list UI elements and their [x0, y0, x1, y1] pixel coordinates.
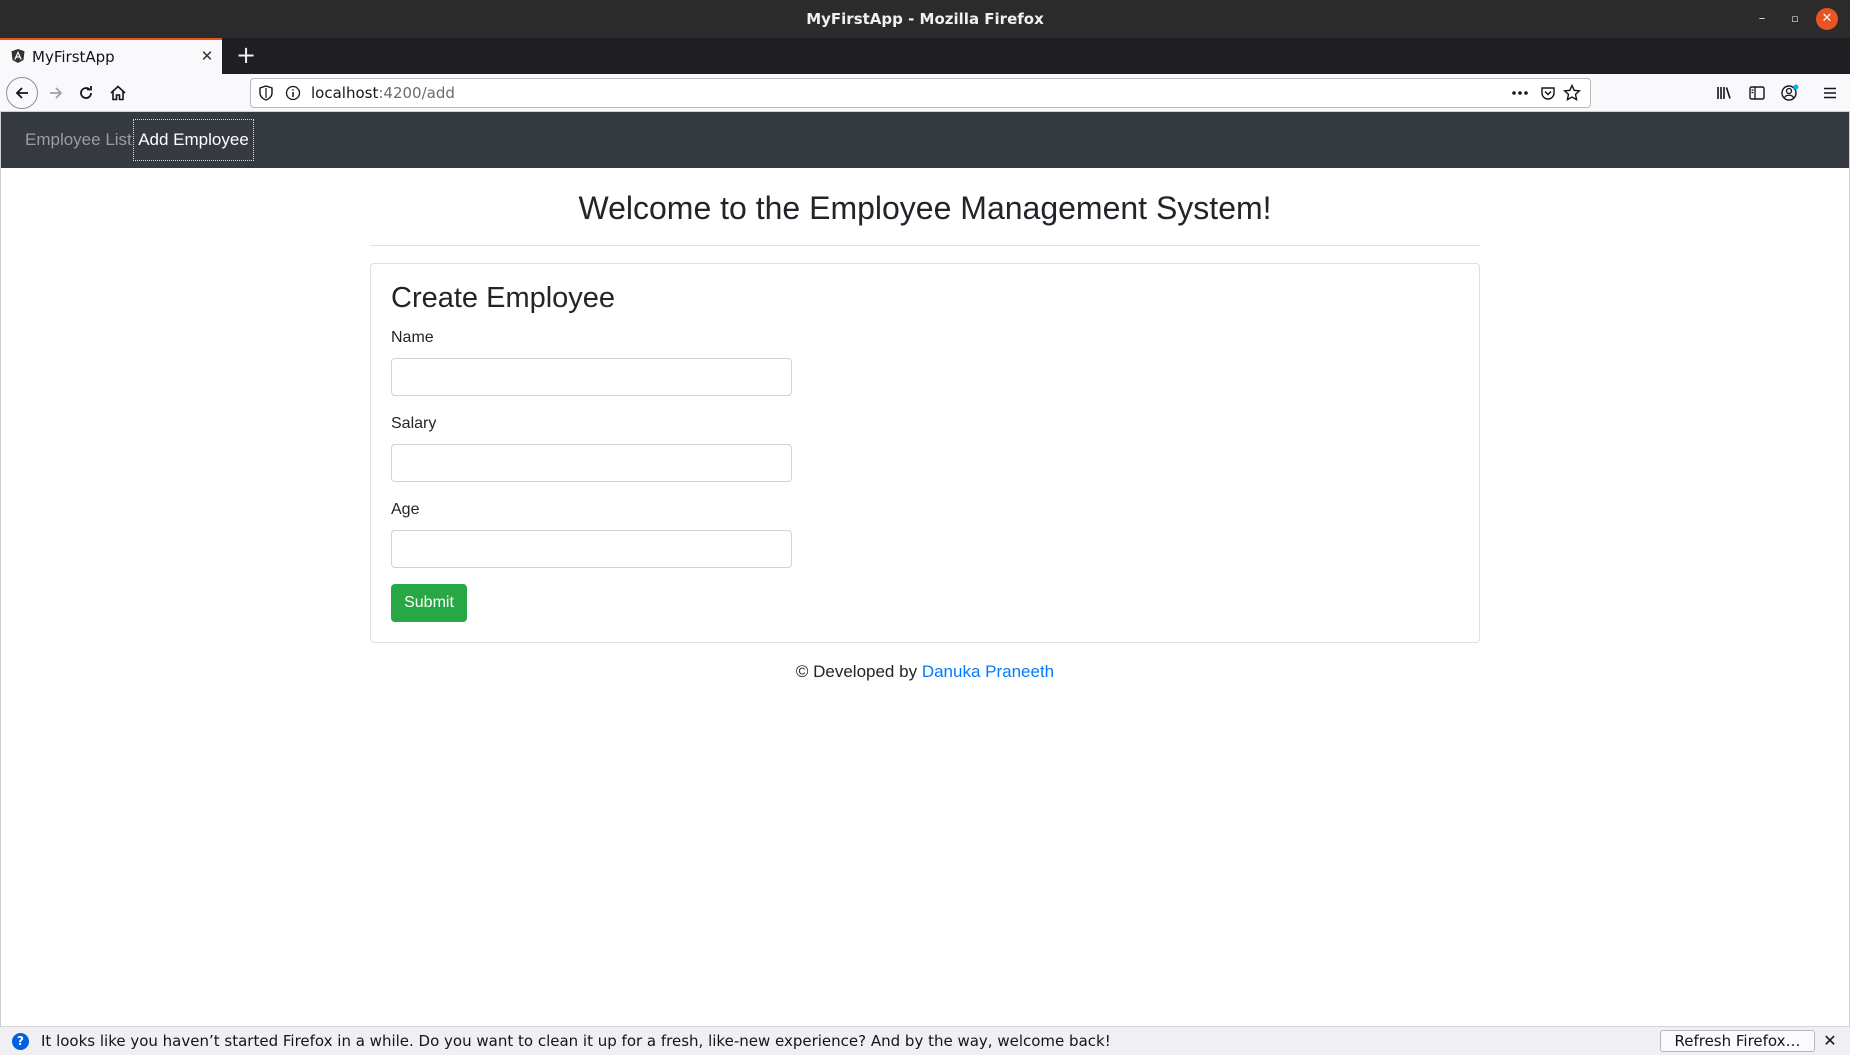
nav-add-employee[interactable]: Add Employee [133, 119, 254, 161]
tab-bar: MyFirstApp ✕ + [0, 38, 1850, 74]
age-label: Age [391, 501, 420, 518]
menu-icon[interactable] [1816, 79, 1844, 107]
salary-input[interactable] [391, 444, 792, 482]
submit-button[interactable]: Submit [391, 584, 467, 622]
page-title: Welcome to the Employee Management Syste… [578, 190, 1272, 226]
nav-employee-list[interactable]: Employee List [17, 120, 140, 160]
window-title: MyFirstApp - Mozilla Firefox [806, 10, 1044, 28]
footer-prefix: © Developed by [795, 662, 918, 681]
window-titlebar: MyFirstApp - Mozilla Firefox – ▫ ✕ [0, 0, 1850, 38]
url-host: localhost [311, 84, 379, 102]
library-icon[interactable] [1710, 79, 1738, 107]
close-window-icon[interactable]: ✕ [1816, 8, 1838, 30]
reload-icon[interactable] [72, 79, 100, 107]
salary-label: Salary [391, 415, 437, 432]
minimize-icon[interactable]: – [1753, 10, 1771, 28]
tab-close-icon[interactable]: ✕ [198, 47, 216, 65]
maximize-icon[interactable]: ▫ [1786, 10, 1804, 28]
forward-icon[interactable] [42, 79, 70, 107]
refresh-firefox-button[interactable]: Refresh Firefox… [1660, 1030, 1815, 1052]
tab-myfirstapp[interactable]: MyFirstApp ✕ [0, 38, 222, 74]
name-input[interactable] [391, 358, 792, 396]
author-link[interactable]: Danuka Praneeth [922, 662, 1054, 681]
pocket-icon[interactable] [1539, 84, 1557, 102]
bookmark-star-icon[interactable] [1563, 84, 1581, 102]
home-icon[interactable] [104, 79, 132, 107]
create-employee-card: Create Employee Name Salary Age Submit [370, 263, 1480, 643]
url-bar[interactable]: localhost:4200/add [250, 78, 1591, 108]
window-left-border [0, 112, 1, 1026]
back-icon[interactable] [6, 77, 38, 109]
help-icon: ? [12, 1033, 29, 1050]
age-input[interactable] [391, 530, 792, 568]
shield-icon[interactable] [257, 84, 275, 102]
footer: © Developed by Danuka Praneeth [370, 662, 1480, 682]
angular-icon [10, 48, 26, 64]
sidebar-icon[interactable] [1743, 79, 1771, 107]
notification-message: It looks like you haven’t started Firefo… [41, 1032, 1111, 1050]
tab-title: MyFirstApp [32, 48, 115, 66]
browser-toolbar: localhost:4200/add [0, 74, 1850, 112]
close-notification-icon[interactable]: ✕ [1820, 1031, 1840, 1051]
divider [370, 245, 1480, 246]
url-text[interactable]: localhost:4200/add [311, 79, 455, 107]
form-title: Create Employee [391, 282, 616, 314]
app-navbar: Employee List Add Employee [0, 112, 1850, 168]
more-icon[interactable] [1511, 84, 1529, 102]
url-path: :4200/add [378, 84, 455, 102]
name-label: Name [391, 329, 434, 346]
info-icon[interactable] [284, 84, 302, 102]
new-tab-icon[interactable]: + [232, 42, 260, 70]
account-icon[interactable] [1776, 79, 1804, 107]
notification-bar: ? It looks like you haven’t started Fire… [0, 1026, 1850, 1055]
